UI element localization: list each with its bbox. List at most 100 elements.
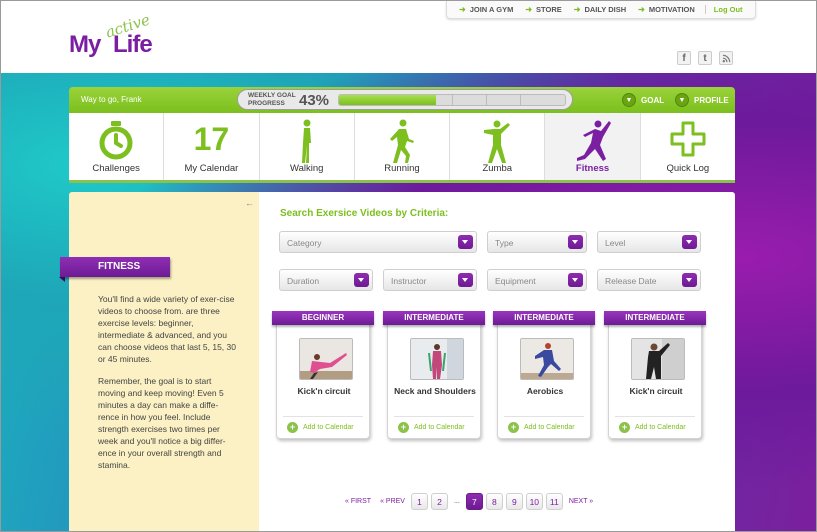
info-panel-text: You'll find a wide variety of exer-cise … — [98, 293, 238, 481]
type-select[interactable]: Type — [487, 231, 587, 253]
top-nav-motivation[interactable]: ➜ MOTIVATION — [632, 5, 701, 14]
video-title: Kick'n circuit — [629, 386, 683, 396]
level-ribbon: INTERMEDIATE — [383, 311, 485, 325]
pagination-ellipsis: ... — [453, 498, 460, 505]
plus-icon: + — [619, 422, 630, 433]
page-link[interactable]: 11 — [545, 493, 563, 510]
weekly-goal-progress-bar — [338, 94, 566, 106]
pagination: « FIRST « PREV 1 2 ... 7 8 9 10 11 NEXT … — [342, 493, 596, 510]
site-header: My active Life ➜ JOIN A GYM ➜ STORE ➜ DAILY… — [1, 1, 816, 73]
chevron-down-icon — [354, 273, 369, 287]
category-tabs: Challenges 17 My Calendar Walking Runnin… — [69, 113, 735, 183]
video-thumbnail[interactable] — [631, 338, 685, 380]
level-ribbon: INTERMEDIATE — [493, 311, 595, 325]
level-select[interactable]: Level — [597, 231, 701, 253]
progress-divider — [452, 95, 453, 105]
walking-icon — [301, 119, 311, 163]
logo-my: My — [69, 31, 101, 58]
collapse-arrow-icon[interactable]: ← — [245, 198, 254, 208]
page-link[interactable]: 2 — [430, 493, 448, 510]
profile-button[interactable]: ▼ PROFILE — [675, 93, 729, 107]
rss-icon[interactable] — [719, 51, 733, 65]
running-icon — [389, 119, 414, 163]
info-panel-heading: FITNESS — [59, 257, 170, 282]
divider — [283, 416, 363, 417]
next-page-link[interactable]: NEXT » — [566, 498, 596, 505]
video-thumbnail[interactable] — [410, 338, 464, 380]
duration-select[interactable]: Duration — [279, 269, 373, 291]
level-ribbon: INTERMEDIATE — [604, 311, 706, 325]
calendar-day-number: 17 — [193, 121, 230, 157]
weekly-goal-progress-fill — [339, 95, 437, 105]
first-page-link[interactable]: « FIRST — [342, 498, 374, 505]
instructor-select[interactable]: Instructor — [383, 269, 477, 291]
tab-zumba[interactable]: Zumba — [450, 113, 546, 180]
info-paragraph: You'll find a wide variety of exer-cise … — [98, 294, 236, 364]
add-to-calendar-button[interactable]: + Add to Calendar — [398, 422, 465, 433]
page-link-current[interactable]: 7 — [465, 493, 483, 510]
chevron-down-icon — [682, 273, 697, 287]
facebook-icon[interactable]: f — [677, 51, 691, 65]
equipment-select[interactable]: Equipment — [487, 269, 587, 291]
add-to-calendar-button[interactable]: + Add to Calendar — [619, 422, 686, 433]
top-nav: ➜ JOIN A GYM ➜ STORE ➜ DAILY DISH ➜ MOTIVATI… — [446, 1, 756, 19]
tab-quick-log[interactable]: Quick Log — [641, 113, 735, 180]
twitter-icon[interactable]: t — [698, 51, 712, 65]
arrow-right-icon: ➜ — [525, 5, 533, 14]
tab-label: Challenges — [92, 163, 140, 174]
divider — [615, 416, 695, 417]
prev-page-link[interactable]: « PREV — [377, 498, 408, 505]
chevron-down-icon — [458, 273, 473, 287]
video-thumbnail[interactable] — [520, 338, 574, 380]
tab-challenges[interactable]: Challenges — [69, 113, 165, 180]
plus-icon: + — [398, 422, 409, 433]
weekly-goal-percent: 43% — [299, 92, 330, 109]
plus-icon: + — [287, 422, 298, 433]
add-to-calendar-button[interactable]: + Add to Calendar — [508, 422, 575, 433]
arrow-right-icon: ➜ — [573, 5, 581, 14]
divider — [504, 416, 584, 417]
chevron-down-icon — [568, 235, 583, 249]
logo[interactable]: My active Life — [69, 10, 169, 65]
tab-fitness[interactable]: Fitness — [545, 113, 641, 180]
video-card[interactable]: INTERMEDIATE Kick'n circuit + Add to Cale… — [604, 311, 706, 439]
search-title: Search Exersice Videos by Criteria: — [280, 208, 449, 219]
logout-link[interactable]: Log Out — [704, 5, 749, 14]
top-nav-join-a-gym[interactable]: ➜ JOIN A GYM — [453, 5, 519, 14]
top-nav-daily-dish[interactable]: ➜ DAILY DISH — [568, 5, 632, 14]
info-paragraph: Remember, the goal is to start moving an… — [98, 376, 226, 470]
release-date-select[interactable]: Release Date — [597, 269, 701, 291]
tab-walking[interactable]: Walking — [260, 113, 355, 180]
video-card[interactable]: BEGINNER Kick'n circuit + Add to Calendar — [272, 311, 374, 439]
weekly-goal-label: WEEKLY GOAL PROGRESS — [248, 92, 296, 107]
zumba-icon — [484, 120, 511, 163]
page-frame: My active Life ➜ JOIN A GYM ➜ STORE ➜ DAILY… — [0, 0, 817, 532]
video-search-panel: Search Exersice Videos by Criteria: Cate… — [259, 192, 735, 531]
fitness-icon — [576, 120, 611, 161]
plus-icon — [670, 121, 706, 157]
chevron-down-icon — [682, 235, 697, 249]
page-link[interactable]: 8 — [485, 493, 503, 510]
video-thumbnail[interactable] — [299, 338, 353, 380]
chevron-down-icon — [458, 235, 473, 249]
page-link[interactable]: 1 — [410, 493, 428, 510]
goal-button[interactable]: ▼ GOAL — [622, 93, 664, 107]
chevron-down-icon: ▼ — [622, 93, 636, 107]
tab-my-calendar[interactable]: 17 My Calendar — [164, 113, 260, 180]
video-title: Aerobics — [526, 386, 564, 396]
video-title: Neck and Shoulders — [394, 386, 476, 396]
video-title: Kick'n circuit — [297, 386, 351, 396]
top-nav-store[interactable]: ➜ STORE — [519, 5, 567, 14]
page-link[interactable]: 10 — [525, 493, 543, 510]
progress-divider — [485, 95, 487, 105]
tab-running[interactable]: Running — [355, 113, 451, 180]
plus-icon: + — [508, 422, 519, 433]
divider — [394, 416, 474, 417]
video-card[interactable]: INTERMEDIATE Neck and Shoulders + Add to … — [383, 311, 485, 439]
category-select[interactable]: Category — [279, 231, 477, 253]
page-link[interactable]: 9 — [505, 493, 523, 510]
level-ribbon: BEGINNER — [272, 311, 374, 325]
video-card[interactable]: INTERMEDIATE Aerobics + Add to Calendar — [493, 311, 595, 439]
add-to-calendar-button[interactable]: + Add to Calendar — [287, 422, 354, 433]
greeting: Way to go, Frank — [81, 95, 142, 104]
